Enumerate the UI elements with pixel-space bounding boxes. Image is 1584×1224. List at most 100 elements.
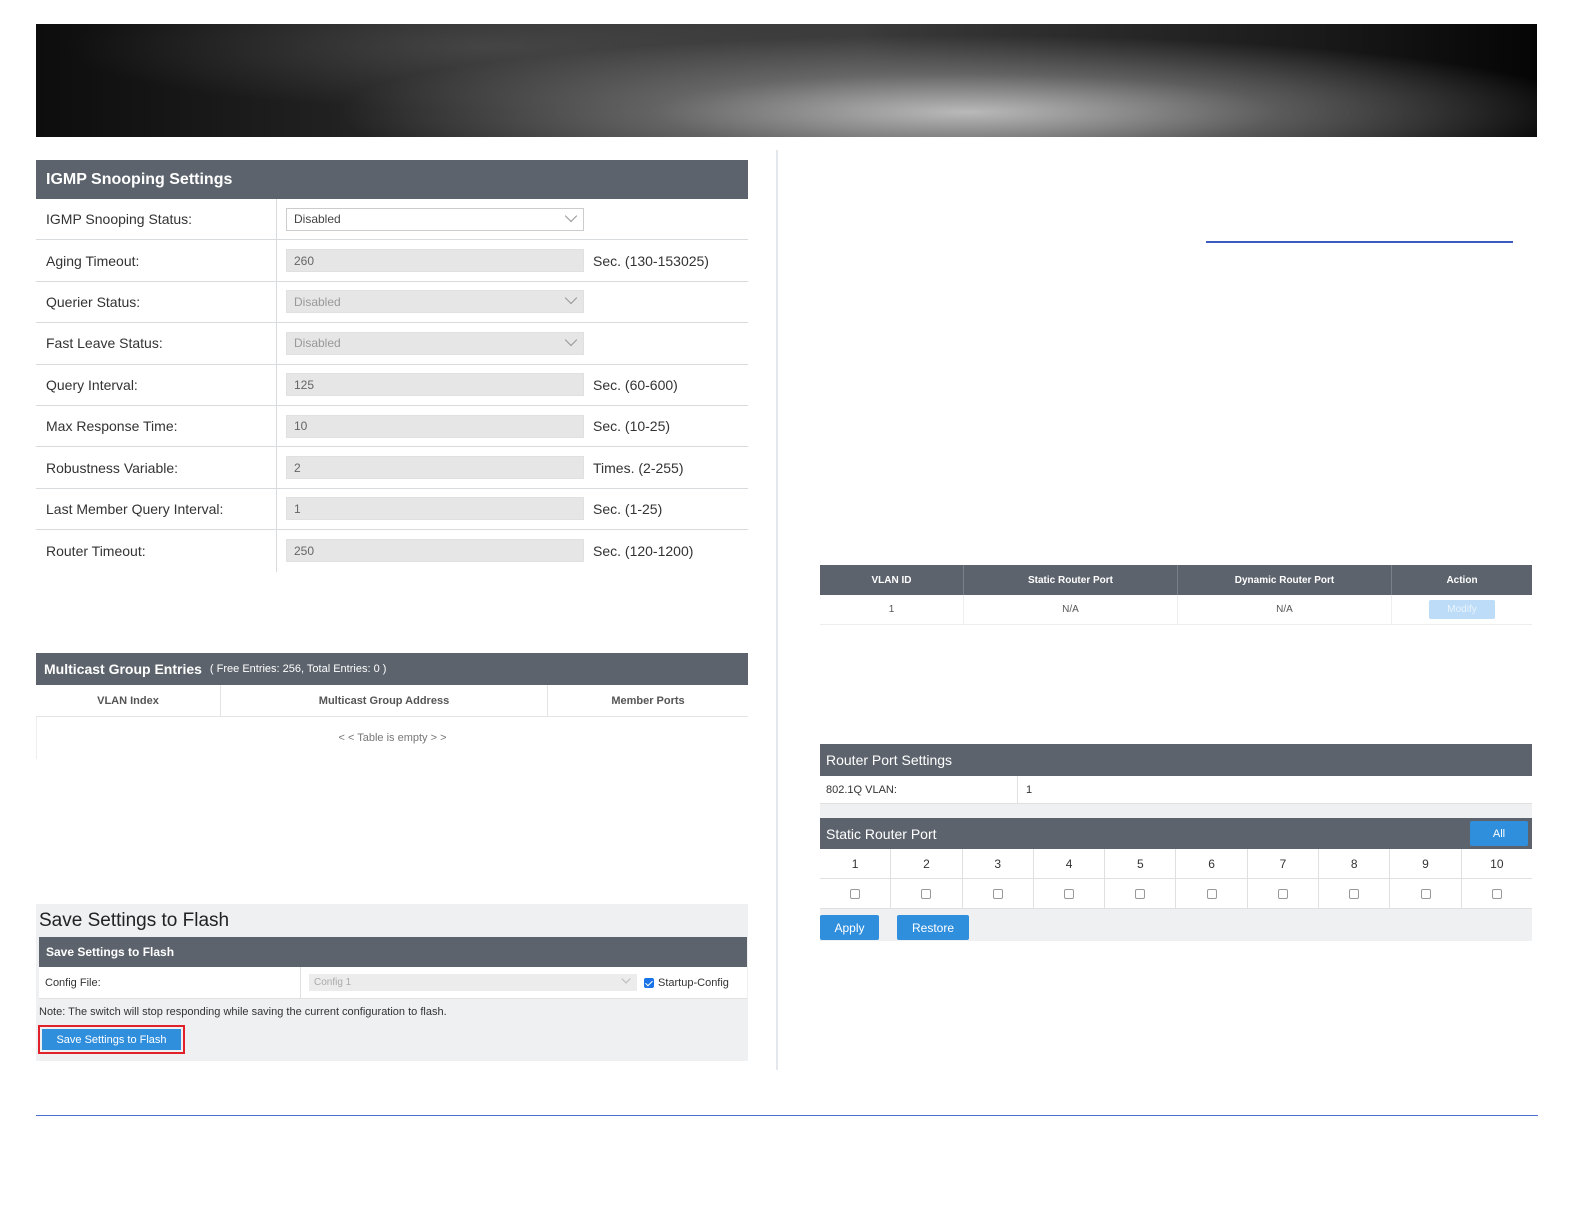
port-9-checkbox[interactable] bbox=[1420, 888, 1431, 899]
query-interval-input[interactable]: 125 bbox=[286, 373, 584, 397]
port-number: 10 bbox=[1490, 856, 1504, 871]
column-vlan-id: VLAN ID bbox=[820, 565, 964, 595]
cell-dynamic-router-port: N/A bbox=[1178, 595, 1392, 624]
query-interval-unit: Sec. (60-600) bbox=[593, 376, 678, 393]
highlight-box: Save Settings to Flash bbox=[38, 1025, 185, 1054]
table-row: 1 N/A N/A Modify bbox=[820, 595, 1532, 625]
query-interval-value: 125 bbox=[294, 377, 315, 392]
port-cell bbox=[1176, 879, 1248, 908]
max-response-unit: Sec. (10-25) bbox=[593, 418, 671, 435]
igmp-status-select[interactable]: Disabled bbox=[286, 207, 584, 231]
port-number: 2 bbox=[891, 849, 963, 878]
aging-timeout-label: Aging Timeout: bbox=[36, 240, 277, 281]
config-file-select[interactable]: Config 1 bbox=[309, 974, 637, 991]
last-member-input[interactable]: 1 bbox=[286, 497, 584, 521]
port-cell bbox=[1390, 879, 1462, 908]
port-cell bbox=[1105, 879, 1177, 908]
igmp-status-label: IGMP Snooping Status: bbox=[36, 199, 277, 240]
port-cell bbox=[1319, 879, 1391, 908]
table-empty-message: < < Table is empty > > bbox=[36, 717, 748, 759]
port-4-checkbox[interactable] bbox=[1064, 888, 1075, 899]
port-1-checkbox[interactable] bbox=[850, 888, 861, 899]
chevron-down-icon bbox=[564, 292, 578, 305]
vlan-value: 1 bbox=[1026, 783, 1033, 796]
port-10-checkbox[interactable] bbox=[1491, 888, 1502, 899]
igmp-row-status: IGMP Snooping Status: Disabled bbox=[36, 199, 748, 241]
igmp-row-router-timeout: Router Timeout: 250 Sec. (120-1200) bbox=[36, 530, 748, 572]
port-6-checkbox[interactable] bbox=[1206, 888, 1217, 899]
last-member-label: Last Member Query Interval: bbox=[36, 488, 277, 530]
port-2-checkbox[interactable] bbox=[921, 888, 932, 899]
save-page-title: Save Settings to Flash bbox=[39, 909, 230, 931]
startup-config-checkbox[interactable] bbox=[644, 977, 654, 988]
fast-leave-select[interactable]: Disabled bbox=[286, 331, 584, 355]
config-file-value: Config 1 bbox=[314, 977, 352, 988]
vlan-label: 802.1Q VLAN: bbox=[820, 776, 1018, 803]
port-number-row: 1 2 3 4 5 6 7 8 9 10 bbox=[820, 849, 1532, 879]
port-number: 6 bbox=[1176, 849, 1248, 878]
column-dynamic-router-port: Dynamic Router Port bbox=[1178, 565, 1392, 595]
query-interval-label: Query Interval: bbox=[36, 364, 277, 405]
igmp-snooping-panel: IGMP Snooping Settings IGMP Snooping Sta… bbox=[36, 160, 748, 572]
port-number: 8 bbox=[1319, 849, 1391, 878]
robustness-unit: Times. (2-255) bbox=[593, 459, 684, 476]
chevron-down-icon bbox=[621, 974, 631, 984]
restore-button[interactable]: Restore bbox=[897, 915, 969, 940]
aging-timeout-input[interactable]: 260 bbox=[286, 249, 584, 273]
robustness-input[interactable]: 2 bbox=[286, 456, 584, 480]
fast-leave-label: Fast Leave Status: bbox=[36, 323, 277, 364]
column-member-ports: Member Ports bbox=[611, 694, 685, 707]
port-number: 5 bbox=[1105, 849, 1177, 878]
port-number: 7 bbox=[1248, 849, 1320, 878]
port-5-checkbox[interactable] bbox=[1135, 888, 1146, 899]
port-cell bbox=[1034, 879, 1106, 908]
port-8-checkbox[interactable] bbox=[1349, 888, 1360, 899]
robustness-value: 2 bbox=[294, 460, 301, 475]
fast-leave-value: Disabled bbox=[294, 336, 341, 351]
igmp-status-value: Disabled bbox=[294, 212, 341, 227]
router-timeout-unit: Sec. (120-1200) bbox=[593, 542, 694, 559]
max-response-input[interactable]: 10 bbox=[286, 414, 584, 438]
port-cell bbox=[820, 879, 892, 908]
querier-status-label: Querier Status: bbox=[36, 281, 277, 323]
port-number: 3 bbox=[963, 849, 1034, 878]
column-action: Action bbox=[1446, 574, 1478, 586]
multicast-entry-counts: ( Free Entries: 256, Total Entries: 0 ) bbox=[209, 663, 387, 675]
cell-action: Modify bbox=[1392, 595, 1532, 624]
router-port-actions: Apply Restore bbox=[820, 909, 1532, 940]
port-3-checkbox[interactable] bbox=[992, 888, 1003, 899]
igmp-row-robustness: Robustness Variable: 2 Times. (2-255) bbox=[36, 447, 748, 489]
save-panel-title: Save Settings to Flash bbox=[39, 937, 747, 967]
querier-status-select[interactable]: Disabled bbox=[286, 290, 584, 314]
multicast-title: Multicast Group Entries bbox=[44, 661, 202, 677]
max-response-label: Max Response Time: bbox=[36, 405, 277, 447]
port-7-checkbox[interactable] bbox=[1277, 888, 1288, 899]
igmp-row-querier: Querier Status: Disabled bbox=[36, 281, 748, 324]
port-cell bbox=[1248, 879, 1320, 908]
footer-rule bbox=[36, 1115, 1538, 1116]
last-member-unit: Sec. (1-25) bbox=[593, 500, 663, 517]
igmp-row-max-response: Max Response Time: 10 Sec. (10-25) bbox=[36, 405, 748, 448]
startup-config-option: Startup-Config bbox=[644, 977, 729, 989]
save-settings-button[interactable]: Save Settings to Flash bbox=[42, 1029, 181, 1050]
column-divider bbox=[776, 150, 778, 1070]
startup-config-label: Startup-Config bbox=[658, 976, 729, 989]
robustness-label: Robustness Variable: bbox=[36, 447, 277, 488]
router-timeout-input[interactable]: 250 bbox=[286, 539, 584, 563]
cell-static-router-port: N/A bbox=[964, 595, 1178, 624]
cell-vlan-id: 1 bbox=[820, 595, 964, 624]
max-response-value: 10 bbox=[294, 419, 308, 434]
header-banner-image bbox=[36, 24, 1537, 137]
column-vlan-index: VLAN Index bbox=[36, 685, 221, 716]
select-all-button[interactable]: All bbox=[1470, 821, 1528, 846]
igmp-row-query-interval: Query Interval: 125 Sec. (60-600) bbox=[36, 364, 748, 406]
apply-button[interactable]: Apply bbox=[820, 915, 879, 940]
config-file-label: Config File: bbox=[39, 967, 301, 998]
querier-status-value: Disabled bbox=[294, 294, 341, 309]
modify-button[interactable]: Modify bbox=[1429, 600, 1495, 619]
igmp-row-fast-leave: Fast Leave Status: Disabled bbox=[36, 323, 748, 365]
igmp-panel-title: IGMP Snooping Settings bbox=[36, 160, 748, 199]
port-number: 4 bbox=[1034, 849, 1106, 878]
save-note: Note: The switch will stop responding wh… bbox=[39, 1006, 447, 1018]
router-timeout-label: Router Timeout: bbox=[36, 530, 277, 572]
